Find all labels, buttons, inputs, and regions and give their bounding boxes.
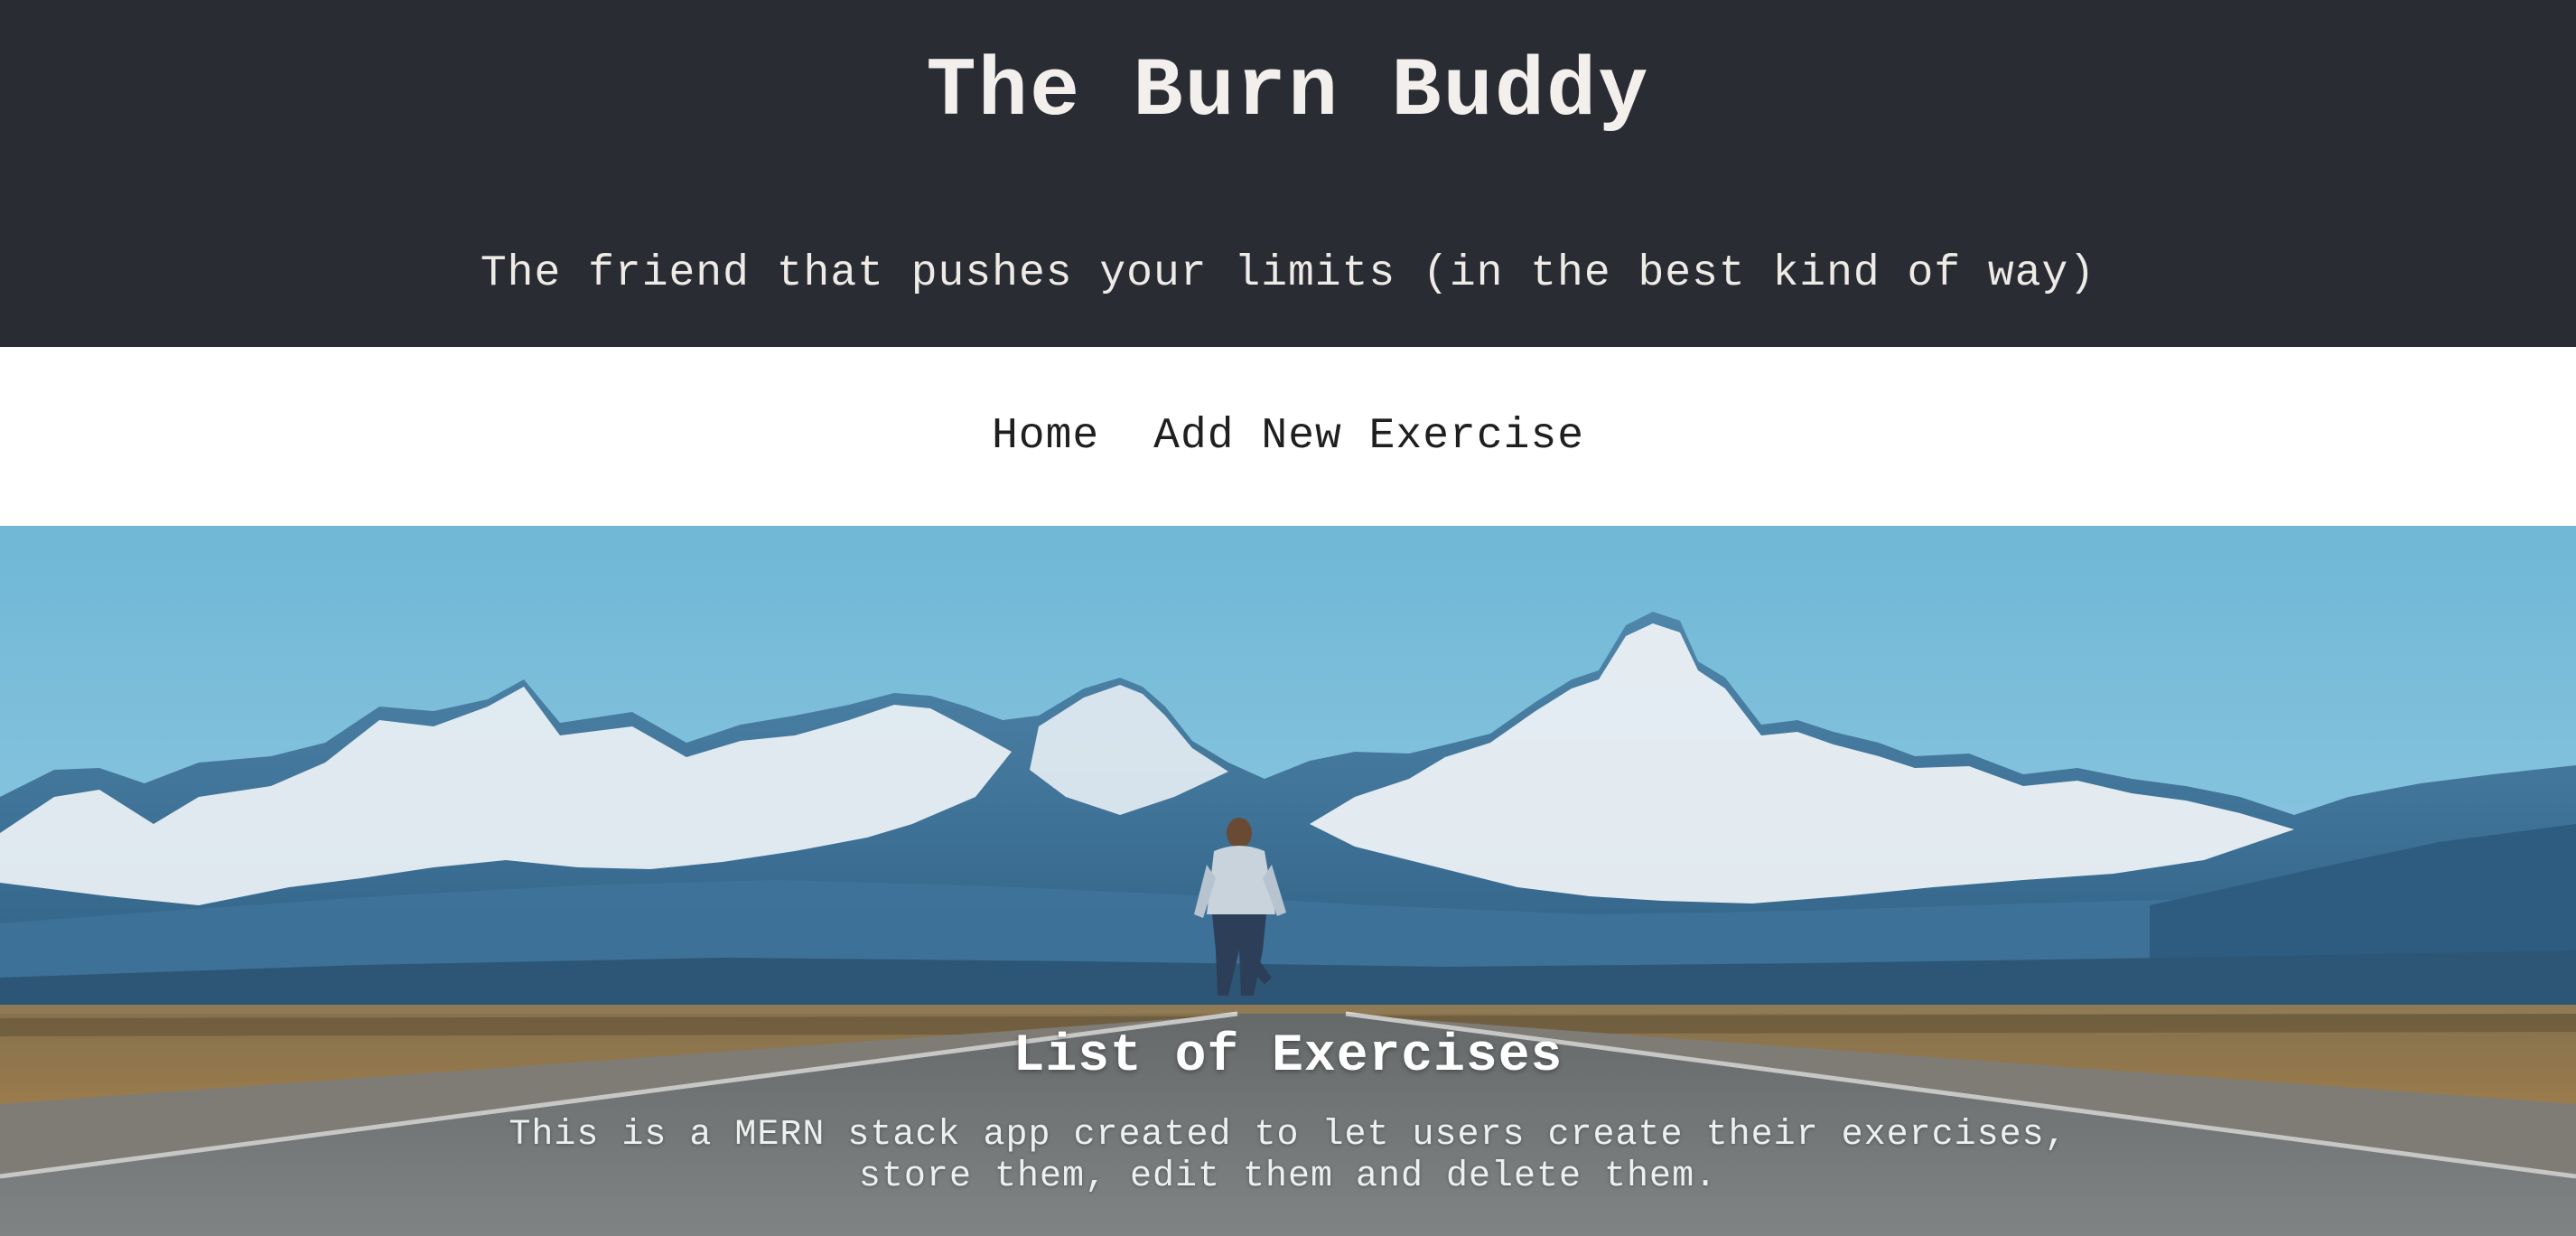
site-title: The Burn Buddy: [926, 44, 1650, 139]
exercise-list-section: List of Exercises This is a MERN stack a…: [0, 1021, 2576, 1198]
nav-link-home[interactable]: Home: [992, 412, 1099, 461]
site-tagline: The friend that pushes your limits (in t…: [480, 249, 2096, 298]
page: The Burn Buddy The friend that pushes yo…: [0, 0, 2576, 1236]
site-header: The Burn Buddy The friend that pushes yo…: [0, 0, 2576, 347]
nav-link-add-new-exercise[interactable]: Add New Exercise: [1153, 412, 1584, 461]
section-title: List of Exercises: [1013, 1027, 1563, 1086]
app-description: This is a MERN stack app created to let …: [509, 1115, 2067, 1197]
hero-banner: List of Exercises This is a MERN stack a…: [0, 526, 2576, 1236]
main-nav: Home Add New Exercise: [0, 347, 2576, 526]
